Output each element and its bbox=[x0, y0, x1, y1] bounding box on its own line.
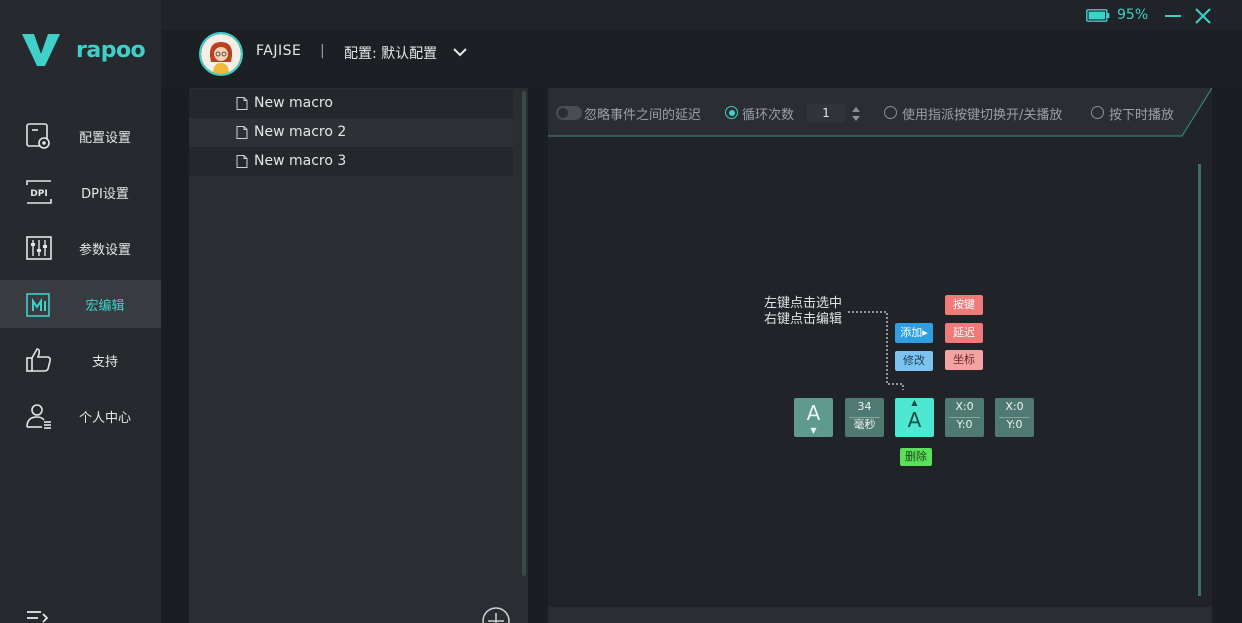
nav-dpi-settings[interactable]: DPI DPI设置 bbox=[0, 168, 161, 216]
nav-config-settings[interactable]: 配置设置 bbox=[0, 112, 161, 160]
file-icon bbox=[236, 97, 248, 110]
delay-value: 34 bbox=[857, 400, 872, 413]
close-icon[interactable] bbox=[1194, 7, 1212, 25]
loop-count-radio[interactable] bbox=[725, 106, 738, 119]
minimize-icon[interactable] bbox=[1164, 8, 1182, 24]
avatar-image bbox=[201, 34, 241, 74]
edit-hint: 左键点击选中 右键点击编辑 bbox=[764, 296, 842, 328]
key-label: A bbox=[806, 401, 821, 425]
thumbs-up-icon bbox=[26, 348, 52, 372]
macro-list-item[interactable]: New macro bbox=[189, 89, 513, 118]
v-logo-icon bbox=[22, 34, 60, 66]
nav-support[interactable]: 支持 bbox=[0, 336, 161, 384]
nav-param-settings[interactable]: 参数设置 bbox=[0, 224, 161, 272]
macro-list-item[interactable]: New macro 3 bbox=[189, 147, 513, 176]
menu-toggle-icon[interactable] bbox=[26, 610, 50, 623]
toggle-play-radio[interactable] bbox=[884, 106, 897, 119]
nav-label: DPI设置 bbox=[81, 186, 129, 202]
macro-name: New macro bbox=[254, 95, 333, 111]
coord-y: Y:0 bbox=[956, 418, 973, 431]
key-label: A bbox=[907, 408, 922, 432]
sidebar: rapoo 配置设置 DPI DPI设置 参数设置 宏编辑 支持 个人中心 bbox=[0, 0, 161, 623]
press-play-radio[interactable] bbox=[1091, 106, 1104, 119]
title-strip bbox=[161, 0, 1242, 30]
delay-block[interactable]: 34 毫秒 bbox=[845, 398, 884, 437]
add-macro-icon[interactable] bbox=[481, 606, 511, 623]
coord-y: Y:0 bbox=[1006, 418, 1023, 431]
sliders-icon bbox=[26, 236, 52, 260]
chevron-down-icon[interactable] bbox=[452, 45, 468, 59]
profile-selector-label[interactable]: 配置: 默认配置 bbox=[344, 43, 437, 63]
ignore-delay-toggle[interactable] bbox=[556, 106, 582, 120]
key-up-arrow-icon: ▲ bbox=[911, 398, 918, 407]
macro-list-scrollbar[interactable] bbox=[522, 91, 526, 576]
nav-macro-editor[interactable]: 宏编辑 bbox=[0, 280, 161, 328]
file-icon bbox=[236, 126, 248, 139]
toggle-play-label: 使用指派按键切换开/关播放 bbox=[902, 108, 1063, 123]
nav-label: 个人中心 bbox=[78, 410, 131, 426]
modify-action-button[interactable]: 修改 bbox=[895, 351, 933, 371]
nav-label: 宏编辑 bbox=[85, 298, 125, 314]
coordinate-block[interactable]: X:0 Y:0 bbox=[945, 398, 984, 437]
macro-name: New macro 2 bbox=[254, 124, 347, 140]
macro-icon bbox=[26, 293, 50, 317]
editor-scrollbar[interactable] bbox=[1198, 164, 1201, 596]
add-delay-button[interactable]: 延迟 bbox=[945, 323, 983, 343]
loop-count-input[interactable]: 1 bbox=[807, 104, 845, 122]
delay-unit: 毫秒 bbox=[853, 418, 876, 431]
gear-profile-icon bbox=[26, 123, 50, 149]
file-icon bbox=[236, 155, 248, 168]
coord-x: X:0 bbox=[955, 400, 974, 413]
add-action-button[interactable]: 添加▸ bbox=[895, 323, 933, 343]
key-down-arrow-icon: ▼ bbox=[810, 426, 817, 435]
loop-count-label: 循环次数 bbox=[742, 108, 795, 123]
delete-action-button[interactable]: 删除 bbox=[900, 448, 932, 466]
nav-label: 参数设置 bbox=[78, 242, 131, 258]
svg-text:DPI: DPI bbox=[30, 189, 47, 199]
key-down-block[interactable]: A ▼ bbox=[794, 398, 833, 437]
nav-label: 配置设置 bbox=[78, 130, 131, 146]
hint-line: 右键点击编辑 bbox=[764, 312, 843, 327]
add-coordinate-button[interactable]: 坐标 bbox=[945, 350, 983, 370]
ignore-delay-label: 忽略事件之间的延迟 bbox=[584, 108, 702, 123]
macro-list-item[interactable]: New macro 2 bbox=[189, 118, 513, 147]
loop-count-spinner[interactable] bbox=[851, 104, 861, 124]
username: FAJISE bbox=[256, 43, 302, 59]
avatar[interactable] bbox=[199, 32, 243, 76]
logo-text: rapoo bbox=[76, 38, 146, 63]
press-play-label: 按下时播放 bbox=[1109, 108, 1175, 123]
dpi-icon: DPI bbox=[26, 180, 52, 204]
rapoo-logo: rapoo bbox=[20, 30, 146, 70]
key-up-block[interactable]: ▲ A bbox=[895, 398, 934, 437]
coord-x: X:0 bbox=[1005, 400, 1024, 413]
user-icon bbox=[26, 404, 51, 429]
add-key-button[interactable]: 按键 bbox=[945, 295, 983, 315]
battery-percent: 95% bbox=[1117, 7, 1149, 23]
nav-label: 支持 bbox=[91, 354, 118, 370]
nav-user-center[interactable]: 个人中心 bbox=[0, 392, 161, 440]
hint-line: 左键点击选中 bbox=[764, 296, 843, 311]
battery-icon bbox=[1086, 9, 1110, 22]
header-separator: | bbox=[320, 43, 325, 59]
editor-footer bbox=[548, 607, 1212, 623]
macro-name: New macro 3 bbox=[254, 153, 347, 169]
coordinate-block[interactable]: X:0 Y:0 bbox=[995, 398, 1034, 437]
